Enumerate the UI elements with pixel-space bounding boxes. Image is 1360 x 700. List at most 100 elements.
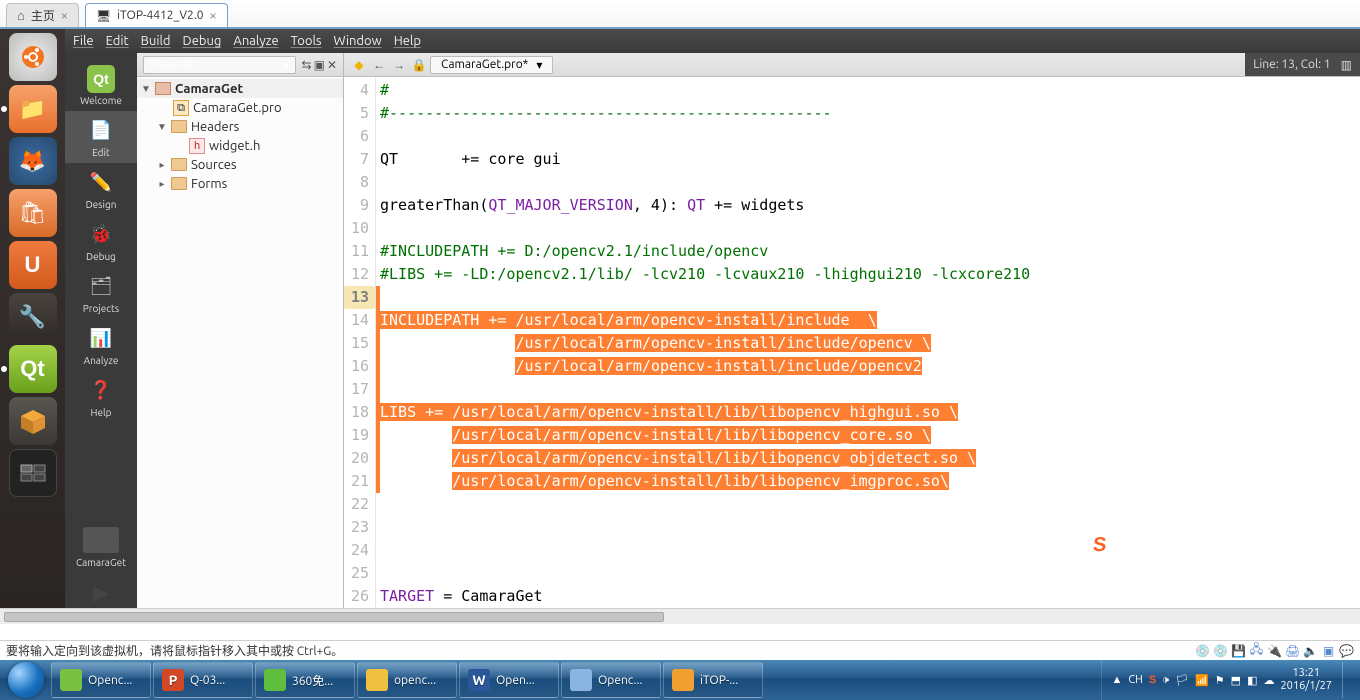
code-line[interactable]: /usr/local/arm/opencv-install/include/op… (380, 332, 1360, 355)
software-center-icon[interactable]: 🛍 (9, 189, 57, 237)
menu-analyze[interactable]: Analyze (233, 34, 278, 48)
sogou-tray-icon[interactable]: S (1149, 674, 1156, 686)
cd-icon[interactable]: 💿 (1213, 644, 1228, 658)
show-desktop-button[interactable] (1342, 662, 1352, 698)
msg-icon[interactable]: 💬 (1339, 644, 1354, 658)
run-button[interactable] (78, 580, 124, 608)
code-line[interactable] (380, 217, 1360, 240)
filter-icon[interactable]: ▣ (314, 58, 325, 72)
tray-up-icon[interactable]: ▲ (1112, 674, 1123, 686)
code-line[interactable]: greaterThan(QT_MAJOR_VERSION, 4): QT += … (380, 194, 1360, 217)
mode-welcome[interactable]: QtWelcome (65, 59, 137, 111)
code-editor[interactable]: ##--------------------------------------… (376, 77, 1360, 608)
nautilus-icon[interactable]: 📁 (9, 85, 57, 133)
taskbar-item[interactable]: PQ-03... (153, 662, 253, 698)
code-line[interactable]: /usr/local/arm/opencv-install/include/op… (380, 355, 1360, 378)
open-file-selector[interactable]: CamaraGet.pro* ▾ (430, 56, 553, 74)
code-line[interactable] (380, 539, 1360, 562)
scrollbar-thumb[interactable] (4, 612, 664, 622)
close-icon[interactable]: × (61, 9, 68, 23)
lock-icon[interactable]: 🔒 (410, 56, 428, 74)
menu-window[interactable]: Window (334, 34, 382, 48)
code-line[interactable] (380, 516, 1360, 539)
collapse-icon[interactable]: ✕ (327, 58, 337, 72)
menu-file[interactable]: File (73, 34, 94, 48)
usb-icon[interactable]: 🔌 (1267, 644, 1282, 658)
taskbar-item[interactable]: openc... (357, 662, 457, 698)
outer-tab-active[interactable]: 🖥 iTOP-4412_V2.0 × (85, 3, 228, 27)
code-line[interactable] (380, 378, 1360, 401)
tray-misc2-icon[interactable]: ⬒ (1231, 674, 1241, 687)
nav-fwd2-icon[interactable]: → (390, 56, 408, 74)
close-icon[interactable]: × (210, 9, 217, 23)
mode-design[interactable]: ✏️Design (65, 163, 137, 215)
floppy-icon[interactable]: 💾 (1231, 644, 1246, 658)
code-line[interactable] (380, 493, 1360, 516)
sound-icon[interactable]: 🔈 (1303, 644, 1318, 658)
display-icon[interactable]: ▣ (1321, 644, 1336, 658)
code-line[interactable] (380, 171, 1360, 194)
code-line[interactable]: #---------------------------------------… (380, 102, 1360, 125)
code-line[interactable]: QT += core gui (380, 148, 1360, 171)
nav-back-icon[interactable]: ◆ (350, 56, 368, 74)
tray-clock[interactable]: 13:21 2016/1/27 (1280, 667, 1332, 693)
mode-help[interactable]: ❓Help (65, 371, 137, 423)
code-line[interactable]: INCLUDEPATH += /usr/local/arm/opencv-ins… (380, 309, 1360, 332)
tree-selector[interactable]: Projects▾ (143, 56, 296, 74)
firefox-icon[interactable]: 🦊 (9, 137, 57, 185)
menu-help[interactable]: Help (394, 34, 421, 48)
code-line[interactable]: # (380, 79, 1360, 102)
tree-sources[interactable]: ▸Sources (137, 155, 343, 174)
net-icon[interactable]: 🖧 (1249, 640, 1264, 661)
kit-selector[interactable]: CamaraGet (65, 521, 137, 574)
code-line[interactable]: #LIBS += -LD:/opencv2.1/lib/ -lcv210 -lc… (380, 263, 1360, 286)
menu-debug[interactable]: Debug (183, 34, 222, 48)
code-line[interactable]: #INCLUDEPATH += D:/opencv2.1/include/ope… (380, 240, 1360, 263)
tray-misc-icon[interactable]: ⚑ (1215, 674, 1225, 687)
tree-headers[interactable]: ▼Headers (137, 117, 343, 136)
nav-fwd-icon[interactable]: ← (370, 56, 388, 74)
tree-body[interactable]: ▼CamaraGet ⧉CamaraGet.pro ▼Headers hwidg… (137, 77, 343, 608)
taskbar-item[interactable]: Openc... (51, 662, 151, 698)
code-line[interactable] (380, 125, 1360, 148)
code-line[interactable]: LIBS += /usr/local/arm/opencv-install/li… (380, 401, 1360, 424)
start-button[interactable] (2, 660, 50, 700)
code-line[interactable] (380, 286, 1360, 309)
tree-root[interactable]: ▼CamaraGet (137, 79, 343, 98)
taskbar-item[interactable]: 360免... (255, 662, 355, 698)
taskbar-item[interactable]: WOpen... (459, 662, 559, 698)
qtcreator-icon[interactable]: Qt (9, 345, 57, 393)
outer-tab-home[interactable]: ⌂ 主页 × (6, 3, 79, 27)
menu-build[interactable]: Build (141, 34, 171, 48)
dash-icon[interactable] (9, 33, 57, 81)
hdd-icon[interactable]: 💿 (1195, 644, 1210, 658)
sync-icon[interactable]: ⇆ (302, 58, 312, 72)
tree-widget-h[interactable]: hwidget.h (137, 136, 343, 155)
ubuntu-one-icon[interactable]: U (9, 241, 57, 289)
split-icon[interactable]: ▥ (1341, 58, 1352, 72)
tray-net-icon[interactable]: 📶 (1195, 674, 1209, 687)
mode-edit[interactable]: 📄Edit (65, 111, 137, 163)
printer-icon[interactable]: 🖨 (1285, 644, 1300, 658)
menu-edit[interactable]: Edit (106, 34, 129, 48)
mode-debug[interactable]: 🐞Debug (65, 215, 137, 267)
taskbar-item[interactable]: iTOP-... (663, 662, 763, 698)
code-line[interactable]: /usr/local/arm/opencv-install/lib/libope… (380, 470, 1360, 493)
tray-flag-icon[interactable]: 🏳 (1175, 674, 1189, 687)
tray-misc3-icon[interactable]: ◧ (1247, 674, 1257, 687)
horizontal-scrollbar[interactable] (0, 608, 1360, 624)
code-line[interactable]: /usr/local/arm/opencv-install/lib/libope… (380, 447, 1360, 470)
code-line[interactable]: TARGET = CamaraGet (380, 585, 1360, 608)
taskbar-item[interactable]: Openc... (561, 662, 661, 698)
code-line[interactable] (380, 562, 1360, 585)
menu-tools[interactable]: Tools (291, 34, 322, 48)
settings-icon[interactable]: 🔧 (9, 293, 57, 341)
box-icon[interactable] (9, 397, 57, 445)
mode-analyze[interactable]: 📊Analyze (65, 319, 137, 371)
ime-indicator[interactable]: CH (1128, 674, 1142, 686)
tray-sound-icon[interactable]: 🕩 (1162, 674, 1169, 687)
sogou-ime-float[interactable]: S (1085, 530, 1115, 560)
tray-weather-icon[interactable]: ☁ (1263, 674, 1274, 687)
code-line[interactable]: /usr/local/arm/opencv-install/lib/libope… (380, 424, 1360, 447)
workspaces-icon[interactable] (9, 449, 57, 497)
